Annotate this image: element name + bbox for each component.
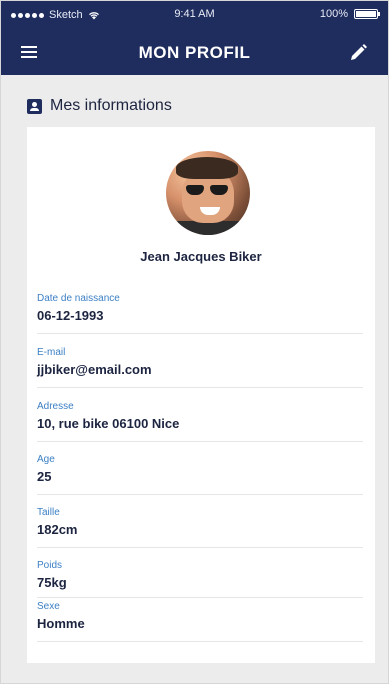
field-label: Age	[37, 454, 55, 465]
field-weight: Poids 75kg	[37, 560, 363, 598]
field-value: Homme	[37, 616, 85, 631]
section-title: Mes informations	[50, 97, 172, 114]
divider	[37, 333, 363, 334]
phone-screen: Sketch 9:41 AM 100% MON PROFIL Mes infor…	[0, 0, 389, 684]
field-label: Adresse	[37, 401, 74, 412]
divider	[37, 597, 363, 598]
nav-bar: MON PROFIL	[1, 29, 388, 75]
user-name: Jean Jacques Biker	[140, 249, 262, 264]
field-label: Date de naissance	[37, 293, 120, 304]
field-label: Sexe	[37, 601, 60, 612]
avatar	[166, 151, 250, 235]
user-card-icon	[27, 98, 42, 114]
profile-card: Jean Jacques Biker Date de naissance 06-…	[27, 127, 375, 663]
field-age: Age 25	[37, 454, 363, 495]
field-sex: Sexe Homme	[37, 601, 363, 642]
field-address: Adresse 10, rue bike 06100 Nice	[37, 401, 363, 442]
field-value: jjbiker@email.com	[37, 362, 152, 377]
divider	[37, 494, 363, 495]
status-right: 100%	[319, 8, 380, 20]
field-label: Poids	[37, 560, 63, 571]
field-email: E-mail jjbiker@email.com	[37, 347, 363, 388]
divider	[37, 641, 363, 642]
field-value: 182cm	[37, 522, 78, 537]
divider	[37, 441, 363, 442]
battery-percent: 100%	[319, 8, 348, 20]
page-title: MON PROFIL	[138, 43, 251, 62]
field-label: E-mail	[37, 347, 66, 358]
divider	[37, 547, 363, 548]
field-value: 75kg	[37, 575, 67, 590]
field-label: Taille	[37, 507, 60, 518]
field-value: 06-12-1993	[37, 308, 104, 323]
field-value: 25	[37, 469, 52, 484]
field-height: Taille 182cm	[37, 507, 363, 548]
battery-icon	[354, 9, 380, 19]
section-header: Mes informations	[27, 97, 172, 115]
top-bar: Sketch 9:41 AM 100% MON PROFIL	[1, 1, 388, 75]
status-bar: Sketch 9:41 AM 100%	[1, 1, 388, 29]
pencil-icon[interactable]	[346, 41, 370, 65]
field-value: 10, rue bike 06100 Nice	[37, 416, 180, 431]
field-birthdate: Date de naissance 06-12-1993	[37, 293, 363, 334]
divider	[37, 387, 363, 388]
